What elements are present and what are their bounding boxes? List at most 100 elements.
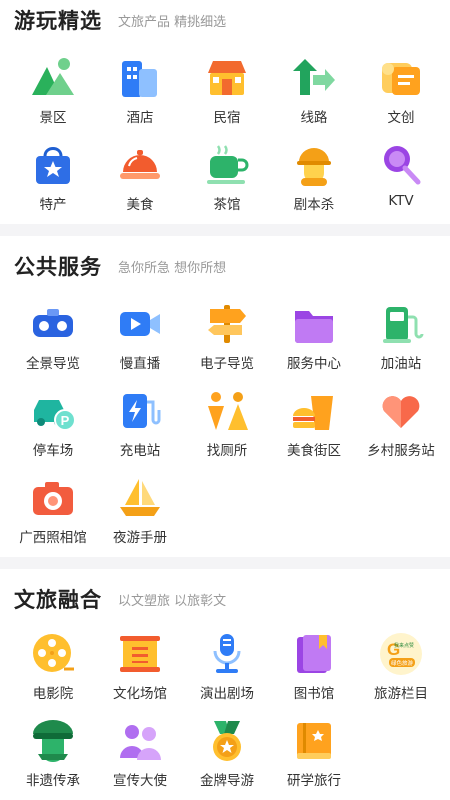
- gold-medal-icon: [204, 718, 250, 764]
- study-book-icon: [291, 718, 337, 764]
- grid-item-ktv[interactable]: KTV: [358, 142, 444, 222]
- section-title: 公共服务: [14, 255, 102, 279]
- grid-item-service-center[interactable]: 服务中心: [271, 301, 357, 381]
- grid-item-guesthouse[interactable]: 民宿: [184, 55, 270, 135]
- grid-item-slow-live[interactable]: 慢直播: [97, 301, 183, 381]
- folder-icon: [291, 301, 337, 347]
- section-title: 文旅融合: [14, 588, 102, 612]
- grid-item-rural-station[interactable]: 乡村服务站: [358, 388, 444, 468]
- heritage-hat-icon: [30, 718, 76, 764]
- vr-headset-icon: [30, 301, 76, 347]
- stage-mic-icon: [204, 631, 250, 677]
- grid-item-parking[interactable]: P 停车场: [10, 388, 96, 468]
- grid-item-route[interactable]: 线路: [271, 55, 357, 135]
- grid-item-study-tour[interactable]: 研学旅行: [271, 718, 357, 798]
- grid-item-gold-guide[interactable]: 金牌导游: [184, 718, 270, 798]
- grid-item-creative[interactable]: 文创: [358, 55, 444, 135]
- microphone-lollipop-icon: [378, 142, 424, 188]
- parking-car-icon: P: [30, 388, 76, 434]
- item-label: 线路: [300, 110, 328, 126]
- section-subtitle: 以文塑旅 以旅彰文: [118, 593, 227, 609]
- grid-item-specialty[interactable]: 特产: [10, 142, 96, 222]
- item-label: 服务中心: [287, 356, 341, 372]
- route-arrow-icon: [291, 55, 337, 101]
- item-label: 金牌导游: [200, 773, 254, 789]
- section-public-services: 公共服务 急你所急 想你所想 全景导览 慢直播 电子导览 服务中心 加油站 P …: [0, 251, 450, 551]
- mountain-icon: [30, 55, 76, 101]
- film-reel-icon: [30, 631, 76, 677]
- section-subtitle: 文旅产品 精挑细选: [118, 14, 227, 30]
- hotel-building-icon: [117, 55, 163, 101]
- grid-item-photo-studio[interactable]: 广西照相馆: [10, 475, 96, 555]
- item-label: 找厕所: [206, 443, 248, 459]
- grid-item-restroom[interactable]: 找厕所: [184, 388, 270, 468]
- section-featured: 游玩精选 文旅产品 精挑细选 景区 酒店 民宿 线路 文创 特产 美食 茶馆 剧…: [0, 5, 450, 215]
- item-label: 非遗传承: [26, 773, 80, 789]
- item-label: 美食街区: [287, 443, 341, 459]
- section-culture-tourism: 文旅融合 以文塑旅 以旅彰文 电影院 文化场馆 演出剧场 图书馆 G 我来点赞 绿色…: [0, 584, 450, 799]
- grid-item-food[interactable]: 美食: [97, 142, 183, 222]
- section-subtitle: 急你所急 想你所想: [118, 260, 227, 276]
- restroom-icon: [204, 388, 250, 434]
- item-label: KTV: [388, 193, 414, 209]
- grid-item-script-game[interactable]: 剧本杀: [271, 142, 357, 222]
- item-label: 电子导览: [200, 356, 254, 372]
- item-label: 民宿: [213, 110, 241, 126]
- item-label: 乡村服务站: [367, 443, 435, 459]
- grid-item-e-guide[interactable]: 电子导览: [184, 301, 270, 381]
- grid-item-hotel[interactable]: 酒店: [97, 55, 183, 135]
- item-label: 电影院: [32, 686, 74, 702]
- teacup-icon: [204, 142, 250, 188]
- gift-bag-icon: [30, 142, 76, 188]
- item-label: 慢直播: [119, 356, 161, 372]
- tv-program-logo-icon: G 我来点赞 绿色旅游: [378, 631, 424, 677]
- section-divider: [0, 224, 450, 236]
- grid-item-night-tour[interactable]: 夜游手册: [97, 475, 183, 555]
- grid-item-heritage[interactable]: 非遗传承: [10, 718, 96, 798]
- svg-text:我来点赞: 我来点赞: [394, 642, 414, 649]
- item-label: 酒店: [126, 110, 154, 126]
- section-header: 文旅融合 以文塑旅 以旅彰文: [14, 584, 226, 614]
- grid-item-panorama-guide[interactable]: 全景导览: [10, 301, 96, 381]
- item-label: 演出剧场: [200, 686, 254, 702]
- books-icon: [291, 631, 337, 677]
- grid-item-culture-venue[interactable]: 文化场馆: [97, 631, 183, 711]
- grid-item-charging[interactable]: 充电站: [97, 388, 183, 468]
- item-label: 停车场: [32, 443, 74, 459]
- item-label: 美食: [126, 197, 154, 213]
- grid-item-food-street[interactable]: 美食街区: [271, 388, 357, 468]
- item-label: 图书馆: [293, 686, 335, 702]
- svg-text:P: P: [61, 413, 70, 428]
- section-divider: [0, 557, 450, 569]
- heart-icon: [378, 388, 424, 434]
- item-label: 全景导览: [26, 356, 80, 372]
- food-cloche-icon: [117, 142, 163, 188]
- grid-item-tourism-program[interactable]: G 我来点赞 绿色旅游 旅游栏目: [358, 631, 444, 711]
- sailboat-icon: [117, 475, 163, 521]
- item-label: 剧本杀: [293, 197, 335, 213]
- section-header: 游玩精选 文旅产品 精挑细选: [14, 5, 226, 35]
- item-label: 研学旅行: [287, 773, 341, 789]
- section-header: 公共服务 急你所急 想你所想: [14, 251, 226, 281]
- signpost-icon: [204, 301, 250, 347]
- fuel-pump-icon: [378, 301, 424, 347]
- item-label: 广西照相馆: [19, 530, 87, 546]
- grid-item-teahouse[interactable]: 茶馆: [184, 142, 270, 222]
- burger-drink-icon: [291, 388, 337, 434]
- item-label: 茶馆: [213, 197, 241, 213]
- video-camera-icon: [117, 301, 163, 347]
- item-label: 文化场馆: [113, 686, 167, 702]
- grid-item-library[interactable]: 图书馆: [271, 631, 357, 711]
- detective-icon: [291, 142, 337, 188]
- item-label: 夜游手册: [113, 530, 167, 546]
- grid-item-ambassador[interactable]: 宣传大使: [97, 718, 183, 798]
- grid-item-cinema[interactable]: 电影院: [10, 631, 96, 711]
- grid-item-scenic[interactable]: 景区: [10, 55, 96, 135]
- item-label: 宣传大使: [113, 773, 167, 789]
- grid-item-theater[interactable]: 演出剧场: [184, 631, 270, 711]
- camera-icon: [30, 475, 76, 521]
- grid-item-gas-station[interactable]: 加油站: [358, 301, 444, 381]
- section-title: 游玩精选: [14, 9, 102, 33]
- item-label: 充电站: [119, 443, 161, 459]
- item-label: 特产: [39, 197, 67, 213]
